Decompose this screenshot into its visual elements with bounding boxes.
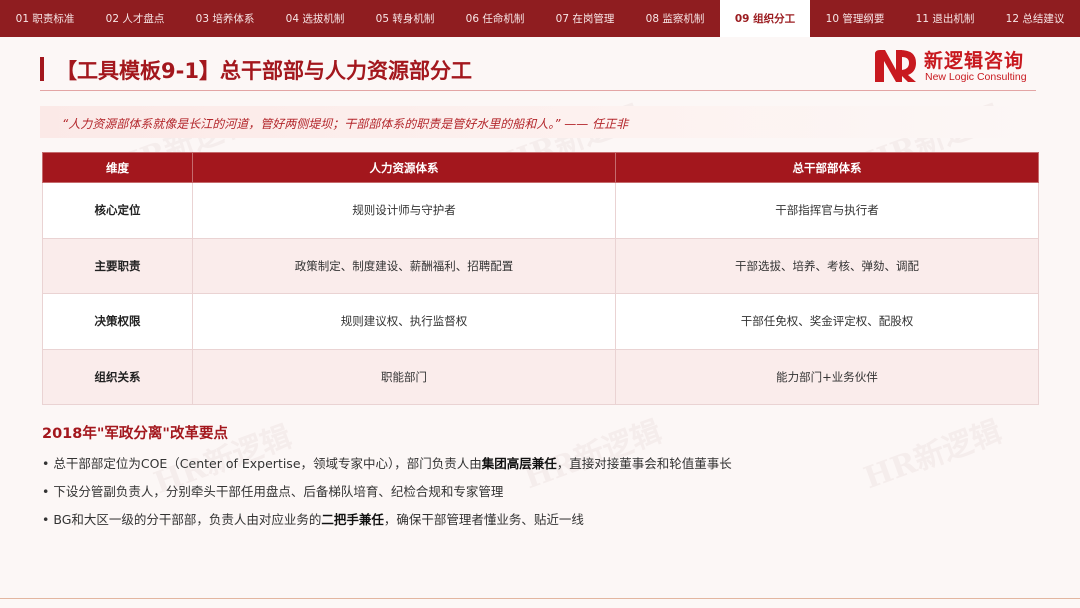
nav-tab-04[interactable]: 04 选拔机制 — [270, 0, 360, 37]
page-title: 【工具模板9-1】总干部部与人力资源部分工 — [56, 59, 472, 83]
quote-text: “人力资源部体系就像是长江的河道，管好两侧堤坝；干部部体系的职责是管好水里的船和… — [62, 117, 629, 131]
comparison-table: 维度 人力资源体系 总干部部体系 核心定位 规则设计师与守护者 干部指挥官与执行… — [42, 152, 1039, 405]
row-dimension: 核心定位 — [42, 182, 193, 239]
row-cadre-value: 干部选拔、培养、考核、弹劾、调配 — [615, 237, 1039, 294]
logo-text-en: New Logic Consulting — [925, 71, 1027, 83]
top-nav: 01 职责标准 02 人才盘点 03 培养体系 04 选拔机制 05 转身机制 … — [0, 0, 1080, 37]
nav-tab-08[interactable]: 08 监察机制 — [630, 0, 720, 37]
nav-tab-12[interactable]: 12 总结建议 — [990, 0, 1080, 37]
row-hr-value: 政策制定、制度建设、薪酬福利、招聘配置 — [192, 237, 616, 294]
bullet-text: • 下设分管副负责人，分别牵头干部任用盘点、后备梯队培育、纪检合规和专家管理 — [42, 484, 504, 499]
footer-divider — [0, 598, 1080, 599]
header-cadre-system: 总干部部体系 — [615, 152, 1039, 183]
logo-mark-icon — [875, 50, 916, 82]
header-hr-system: 人力资源体系 — [192, 152, 616, 183]
row-dimension: 决策权限 — [42, 293, 193, 350]
reform-bullet-list: • 总干部部定位为COE（Center of Expertise，领域专家中心）… — [42, 454, 1032, 538]
logo-text-cn: 新逻辑咨询 — [924, 50, 1025, 72]
bullet-text: • 总干部部定位为COE（Center of Expertise，领域专家中心）… — [42, 456, 482, 471]
row-hr-value: 规则设计师与守护者 — [192, 182, 616, 239]
nav-tab-05[interactable]: 05 转身机制 — [360, 0, 450, 37]
row-dimension: 主要职责 — [42, 237, 193, 294]
table-header-row: 维度 人力资源体系 总干部部体系 — [42, 152, 1039, 183]
bullet-text: ，确保干部管理者懂业务、贴近一线 — [383, 512, 584, 527]
row-hr-value: 职能部门 — [192, 348, 616, 405]
nav-tab-09-active[interactable]: 09 组织分工 — [720, 0, 810, 37]
row-cadre-value: 干部指挥官与执行者 — [615, 182, 1039, 239]
header-divider — [40, 90, 1036, 91]
bullet-emphasis: 二把手兼任 — [321, 512, 384, 527]
nav-tab-01[interactable]: 01 职责标准 — [0, 0, 90, 37]
table-row: 决策权限 规则建议权、执行监督权 干部任免权、奖金评定权、配股权 — [42, 293, 1039, 350]
nav-tab-03[interactable]: 03 培养体系 — [180, 0, 270, 37]
nav-tab-07[interactable]: 07 在岗管理 — [540, 0, 630, 37]
nav-tab-06[interactable]: 06 任命机制 — [450, 0, 540, 37]
company-logo: 新逻辑咨询 New Logic Consulting — [870, 46, 1040, 88]
title-accent-bar — [40, 57, 44, 81]
table-row: 主要职责 政策制定、制度建设、薪酬福利、招聘配置 干部选拔、培养、考核、弹劾、调… — [42, 237, 1039, 294]
bullet-emphasis: 集团高层兼任 — [481, 456, 557, 471]
row-dimension: 组织关系 — [42, 348, 193, 405]
table-row: 核心定位 规则设计师与守护者 干部指挥官与执行者 — [42, 182, 1039, 239]
table-row: 组织关系 职能部门 能力部门+业务伙伴 — [42, 348, 1039, 405]
list-item: • 总干部部定位为COE（Center of Expertise，领域专家中心）… — [42, 454, 1032, 482]
bullet-text: • BG和大区一级的分干部部，负责人由对应业务的 — [42, 512, 322, 527]
bullet-text: ，直接对接董事会和轮值董事长 — [556, 456, 732, 471]
row-cadre-value: 能力部门+业务伙伴 — [615, 348, 1039, 405]
nav-tab-02[interactable]: 02 人才盘点 — [90, 0, 180, 37]
nav-tab-11[interactable]: 11 退出机制 — [900, 0, 990, 37]
list-item: • 下设分管副负责人，分别牵头干部任用盘点、后备梯队培育、纪检合规和专家管理 — [42, 482, 1032, 510]
row-hr-value: 规则建议权、执行监督权 — [192, 293, 616, 350]
reform-section-title: 2018年"军政分离"改革要点 — [42, 426, 228, 442]
list-item: • BG和大区一级的分干部部，负责人由对应业务的二把手兼任，确保干部管理者懂业务… — [42, 510, 1032, 538]
header-dimension: 维度 — [42, 152, 193, 183]
nav-tab-10[interactable]: 10 管理纲要 — [810, 0, 900, 37]
row-cadre-value: 干部任免权、奖金评定权、配股权 — [615, 293, 1039, 350]
